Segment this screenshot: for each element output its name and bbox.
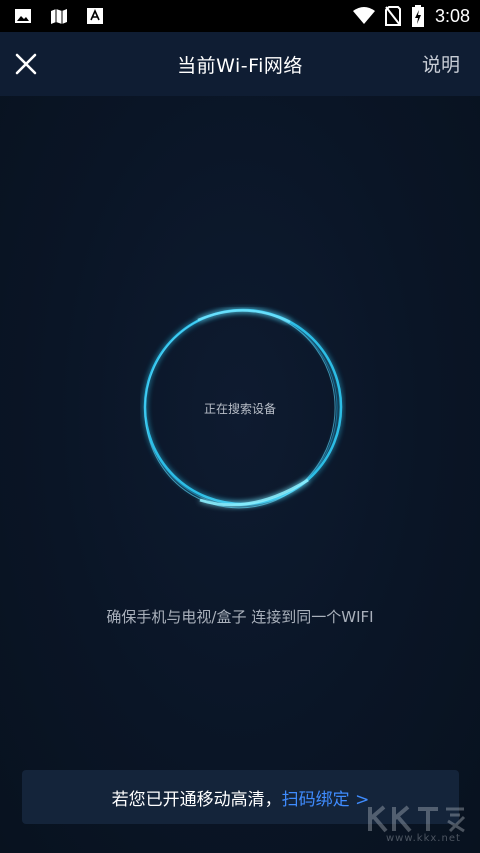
status-left [14,7,122,25]
battery-charging-icon [411,5,425,27]
scan-bind-link[interactable]: 扫码绑定 > [282,785,370,810]
status-bar: 3:08 [0,0,480,32]
close-icon [15,53,37,75]
search-status-text: 正在搜索设备 [203,402,276,416]
watermark-logo [368,805,466,833]
status-clock: 3:08 [434,5,470,26]
help-button[interactable]: 说明 [422,50,460,77]
watermark-text: www.kkx.net [386,833,461,844]
page-title: 当前Wi-Fi网络 [177,54,303,77]
status-right: 3:08 [343,5,470,27]
no-sim-icon [384,6,401,26]
font-icon [86,7,104,25]
app-bar: 当前Wi-Fi网络 说明 [0,32,480,96]
map-icon [50,7,68,25]
close-button[interactable] [10,48,42,80]
main-content: 正在搜索设备 确保手机与电视/盒子 连接到同一个WIFI 若您已开通移动高清， … [0,96,480,853]
wifi-icon [352,7,375,25]
site-watermark: www.kkx.net [360,803,470,849]
image-icon [14,7,32,25]
search-ring: 正在搜索设备 [140,304,346,514]
bind-prefix-text: 若您已开通移动高清， [111,789,282,810]
wifi-hint-text: 确保手机与电视/盒子 连接到同一个WIFI [106,608,374,626]
